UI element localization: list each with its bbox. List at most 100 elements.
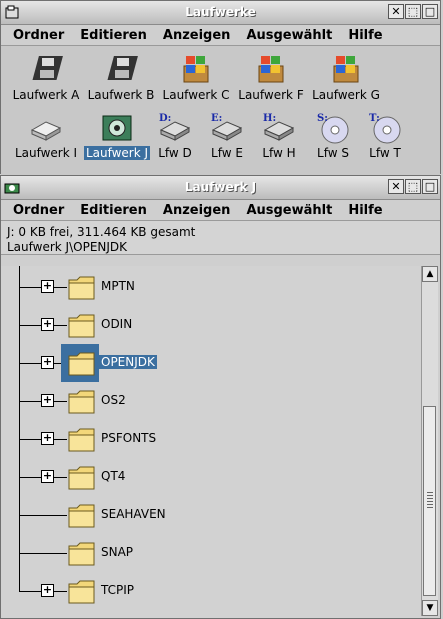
drive-label: Laufwerk A bbox=[12, 88, 80, 102]
folder-name: SEAHAVEN bbox=[101, 507, 166, 521]
folder-name: OS2 bbox=[101, 393, 126, 407]
network-drive-icon: H: bbox=[261, 110, 297, 144]
floppy-icon bbox=[103, 52, 139, 86]
folder-icon bbox=[68, 580, 95, 604]
removable-drive-icon bbox=[28, 110, 64, 144]
drive-label: Lfw T bbox=[369, 146, 401, 160]
drive-label: Laufwerk I bbox=[14, 146, 78, 160]
menu-ausgewaehlt[interactable]: Ausgewählt bbox=[246, 203, 332, 218]
drive-item[interactable]: Laufwerk F bbox=[235, 52, 307, 102]
folder-icon bbox=[68, 314, 95, 338]
maximize-button[interactable]: □ bbox=[422, 179, 438, 194]
folder-row[interactable]: + ODIN bbox=[1, 306, 421, 344]
grip-icon bbox=[427, 492, 433, 508]
folder-row[interactable]: + OS2 bbox=[1, 382, 421, 420]
menu-ordner[interactable]: Ordner bbox=[13, 203, 64, 218]
folder-icon bbox=[68, 542, 95, 566]
close-button[interactable]: ✕ bbox=[388, 4, 404, 19]
menubar: Ordner Editieren Anzeigen Ausgewählt Hil… bbox=[1, 200, 440, 221]
maximize-button[interactable]: □ bbox=[422, 4, 438, 19]
drive-label: Lfw E bbox=[211, 146, 243, 160]
folder-row[interactable]: + OPENJDK bbox=[1, 344, 421, 382]
folder-name: OPENJDK bbox=[99, 355, 157, 369]
svg-text:E:: E: bbox=[211, 113, 222, 124]
folder-name: PSFONTS bbox=[101, 431, 157, 445]
scroll-up-button[interactable]: ▲ bbox=[422, 266, 438, 282]
drive-item[interactable]: Laufwerk G bbox=[310, 52, 382, 102]
menu-anzeigen[interactable]: Anzeigen bbox=[163, 203, 231, 218]
scroll-thumb[interactable] bbox=[423, 406, 436, 596]
menubar: Ordner Editieren Anzeigen Ausgewählt Hil… bbox=[1, 25, 440, 46]
expand-button[interactable]: + bbox=[41, 432, 54, 445]
drive-label: Lfw H bbox=[262, 146, 296, 160]
minimize-button[interactable]: ⬚ bbox=[405, 4, 421, 19]
folder-row[interactable]: + MPTN bbox=[1, 268, 421, 306]
folder-tree: + MPTN + ODIN + OPENJDK + OS2 + PSFONTS + QT4 SEAHAV… bbox=[1, 266, 424, 618]
cd-icon: T: bbox=[367, 110, 403, 144]
floppy-icon bbox=[28, 52, 64, 86]
drive-label: Lfw D bbox=[158, 146, 192, 160]
expand-button[interactable]: + bbox=[41, 394, 54, 407]
folder-row[interactable]: SNAP bbox=[1, 534, 421, 572]
svg-text:S:: S: bbox=[317, 113, 328, 124]
cd-icon: S: bbox=[315, 110, 351, 144]
zip-drive-icon bbox=[99, 110, 135, 144]
tree-branch-line bbox=[19, 515, 67, 516]
drive-label: Laufwerk G bbox=[312, 88, 380, 102]
menu-editieren[interactable]: Editieren bbox=[80, 203, 147, 218]
drive-j-window: Laufwerk J ✕ ⬚ □ Ordner Editieren Anzeig… bbox=[0, 175, 441, 619]
menu-hilfe[interactable]: Hilfe bbox=[348, 28, 382, 43]
menu-editieren[interactable]: Editieren bbox=[80, 28, 147, 43]
minimize-button[interactable]: ⬚ bbox=[405, 179, 421, 194]
folder-icon bbox=[68, 390, 95, 414]
tree-branch-line bbox=[19, 553, 67, 554]
free-space-text: J: 0 KB frei, 311.464 KB gesamt bbox=[7, 225, 196, 239]
expand-button[interactable]: + bbox=[41, 280, 54, 293]
folder-icon bbox=[68, 466, 95, 490]
drive-item[interactable]: T: Lfw T bbox=[349, 110, 421, 160]
drive-item[interactable]: Laufwerk I bbox=[10, 110, 82, 160]
network-drive-icon: D: bbox=[157, 110, 193, 144]
drive-label: Laufwerk F bbox=[238, 88, 304, 102]
folder-icon bbox=[68, 352, 95, 376]
drive-label: Laufwerk C bbox=[162, 88, 230, 102]
menu-ordner[interactable]: Ordner bbox=[13, 28, 64, 43]
svg-text:T:: T: bbox=[369, 113, 380, 124]
drive-info: J: 0 KB frei, 311.464 KB gesamt Laufwerk… bbox=[1, 221, 440, 255]
windows-drive-icon bbox=[178, 52, 214, 86]
close-button[interactable]: ✕ bbox=[388, 179, 404, 194]
drives-window-titlebar[interactable]: Laufwerke ✕ ⬚ □ bbox=[1, 1, 440, 25]
menu-ausgewaehlt[interactable]: Ausgewählt bbox=[246, 28, 332, 43]
menu-hilfe[interactable]: Hilfe bbox=[348, 203, 382, 218]
menu-anzeigen[interactable]: Anzeigen bbox=[163, 28, 231, 43]
expand-button[interactable]: + bbox=[41, 318, 54, 331]
folder-row[interactable]: SEAHAVEN bbox=[1, 496, 421, 534]
window-title: Laufwerk J bbox=[184, 180, 257, 194]
vertical-scrollbar[interactable]: ▲ ▼ bbox=[421, 266, 438, 616]
folder-name: MPTN bbox=[101, 279, 135, 293]
windows-drive-icon bbox=[253, 52, 289, 86]
drive-label: Laufwerk B bbox=[87, 88, 155, 102]
drive-j-titlebar[interactable]: Laufwerk J ✕ ⬚ □ bbox=[1, 176, 440, 200]
expand-button[interactable]: + bbox=[41, 584, 54, 597]
folder-name: QT4 bbox=[101, 469, 126, 483]
folder-row[interactable]: + QT4 bbox=[1, 458, 421, 496]
path-text: Laufwerk J\OPENJDK bbox=[7, 240, 128, 254]
windows-drive-icon bbox=[328, 52, 364, 86]
window-title: Laufwerke bbox=[185, 5, 256, 19]
drive-label: Lfw S bbox=[317, 146, 349, 160]
drive-item[interactable]: Laufwerk B bbox=[85, 52, 157, 102]
drive-item[interactable]: Laufwerk A bbox=[10, 52, 82, 102]
expand-button[interactable]: + bbox=[41, 356, 54, 369]
drive-item[interactable]: Laufwerk C bbox=[160, 52, 232, 102]
expand-button[interactable]: + bbox=[41, 470, 54, 483]
svg-text:H:: H: bbox=[263, 113, 276, 124]
scroll-down-button[interactable]: ▼ bbox=[422, 600, 438, 616]
folder-name: SNAP bbox=[101, 545, 134, 559]
svg-text:D:: D: bbox=[159, 113, 171, 124]
folder-icon bbox=[68, 428, 95, 452]
folder-row[interactable]: + PSFONTS bbox=[1, 420, 421, 458]
drives-window: Laufwerke ✕ ⬚ □ Ordner Editieren Anzeige… bbox=[0, 0, 441, 176]
folder-name: TCPIP bbox=[101, 583, 135, 597]
folder-row[interactable]: + TCPIP bbox=[1, 572, 421, 610]
